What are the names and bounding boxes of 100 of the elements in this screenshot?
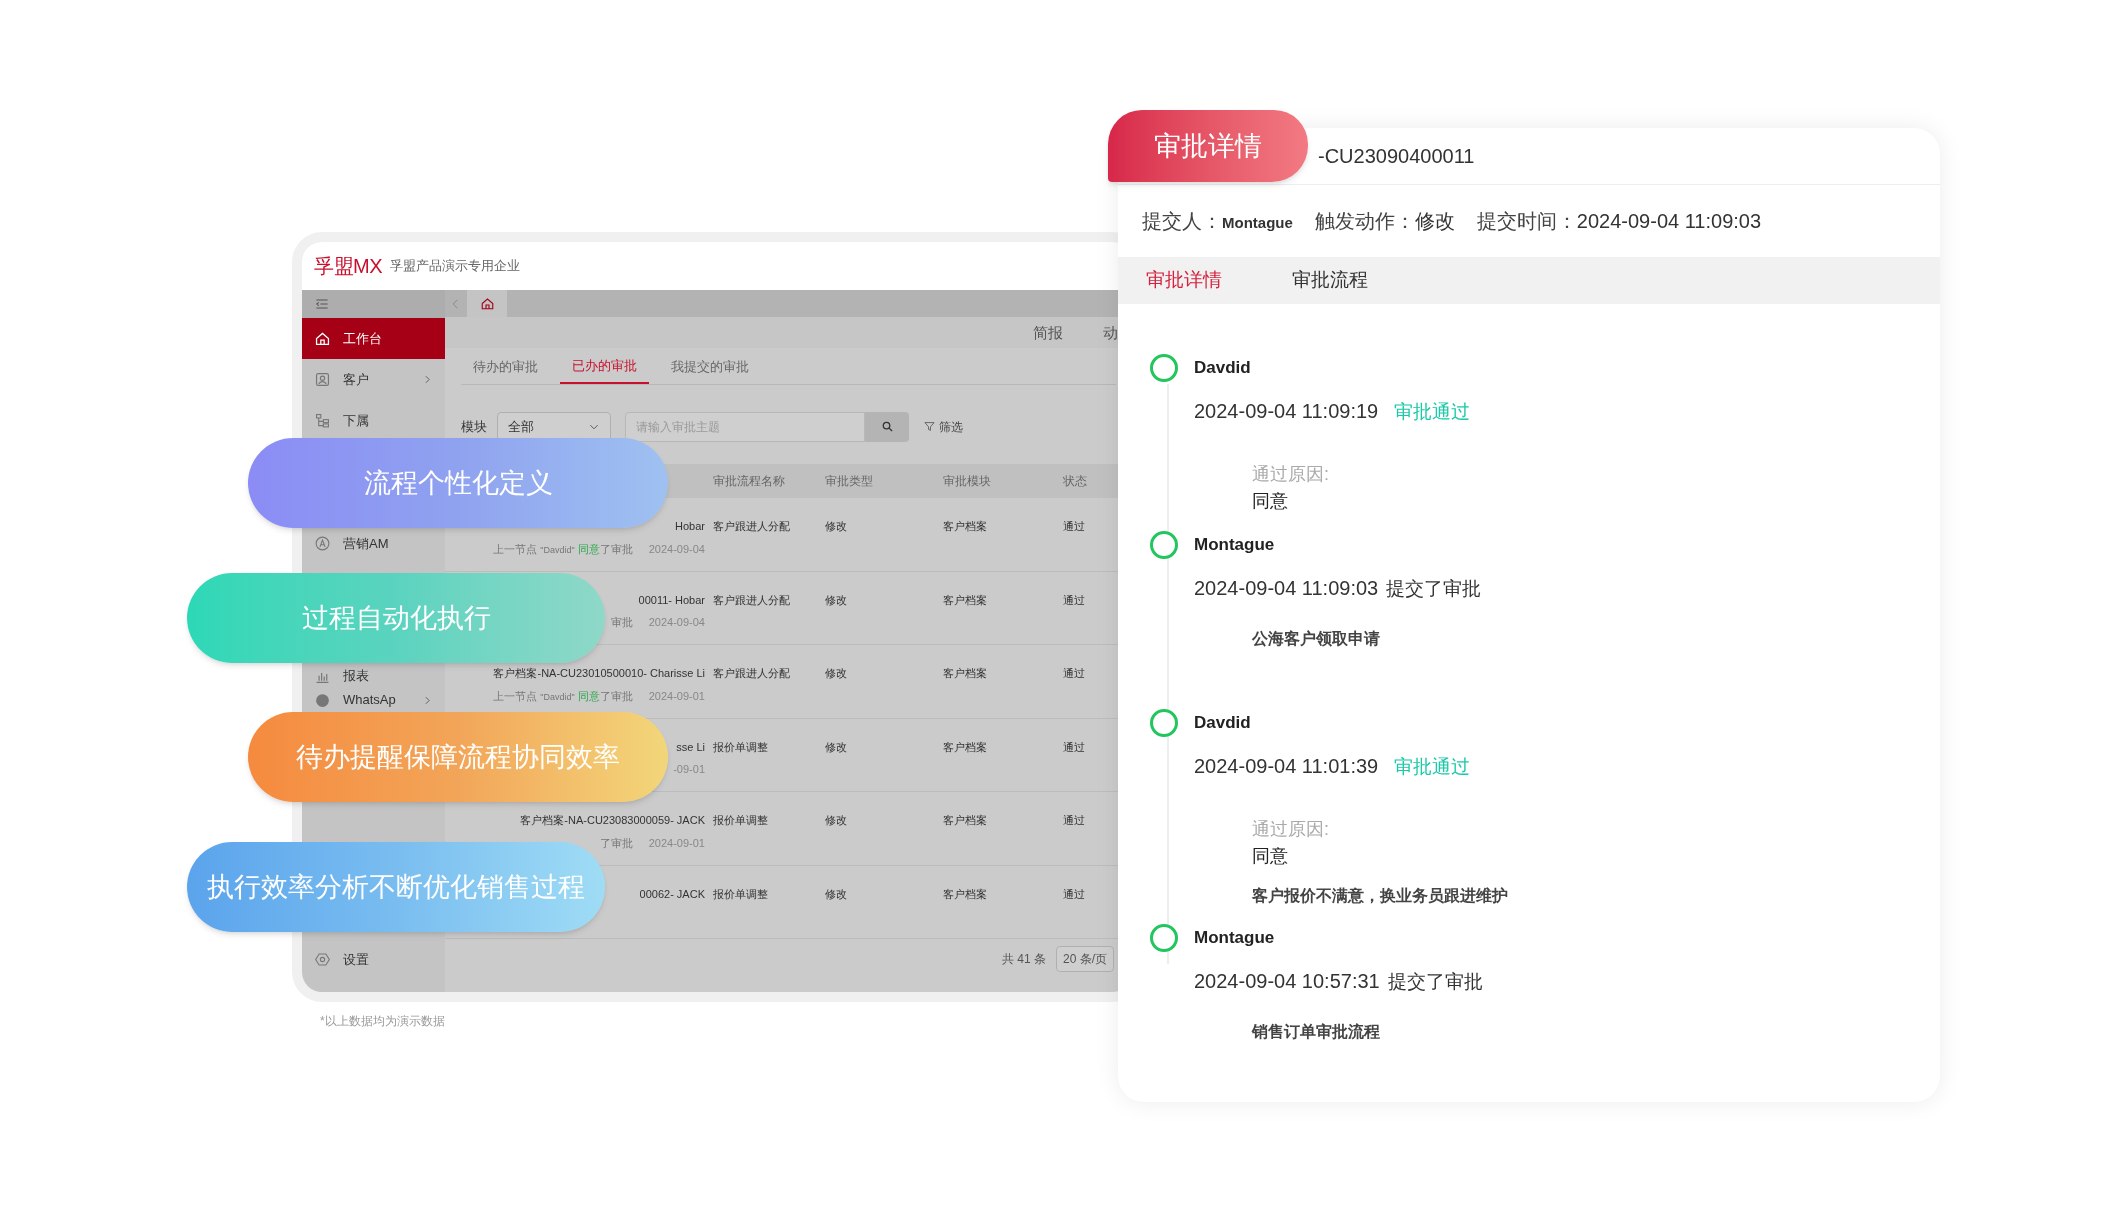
meta-value: Montague: [1222, 213, 1293, 234]
home-icon: [479, 296, 495, 312]
table-cell: 客户跟进人分配: [713, 520, 790, 533]
page-size-select[interactable]: 20 条/页: [1056, 945, 1114, 972]
table-cell-text: 同意: [577, 688, 600, 704]
feature-banner: 执行效率分析不断优化销售过程: [187, 842, 605, 932]
reason-text: 同意: [1252, 844, 1289, 868]
table-cell: 客户档案: [943, 740, 987, 753]
table-cell: 报价单调整: [713, 814, 768, 827]
sidebar-item[interactable]: WhatsAp: [314, 690, 433, 710]
approval-action: 提交了审批: [1386, 576, 1482, 601]
top-link[interactable]: 简报: [1033, 321, 1063, 344]
approval-action: 提交了审批: [1387, 969, 1483, 994]
table-cell: 客户跟进人分配: [713, 593, 790, 606]
flow-name: 公海客户领取申请: [1252, 629, 1381, 649]
total-count: 共 41 条: [1001, 950, 1046, 968]
footnote: *以上数据均为演示数据: [320, 1013, 445, 1030]
meta-label: 提交人：: [1142, 209, 1222, 235]
table-cell-text: 00062- JACK: [639, 886, 705, 902]
table-cell: 通过: [1063, 667, 1085, 680]
record-number: -CU23090400011: [1318, 144, 1475, 170]
title-tag: 审批详情: [1108, 110, 1308, 182]
timestamp: 2024-09-04 10:57:31: [1194, 968, 1380, 994]
table-cell-text: 了审批: [599, 688, 633, 704]
table-cell-text: 同意: [577, 541, 600, 557]
table-cell-text: 2024-09-01: [648, 835, 705, 851]
home-tab[interactable]: [467, 290, 507, 318]
table-cell: 客户档案: [943, 887, 987, 900]
table-cell: 客户档案: [943, 814, 987, 827]
filter-label: 模块: [461, 418, 487, 437]
table-cell-text: -09-01: [673, 762, 705, 778]
flow-name: 客户报价不满意，换业务员跟进维护: [1252, 885, 1508, 906]
table-cell: 修改: [825, 593, 847, 606]
approver-name: Montague: [1194, 533, 1276, 556]
feature-banner: 待办提醒保障流程协同效率: [248, 712, 668, 802]
top-link[interactable]: 动: [1103, 321, 1118, 344]
approver-name: Davdid: [1194, 712, 1252, 734]
table-cell: 修改: [825, 887, 847, 900]
settings-icon: [314, 951, 331, 968]
table-cell-text: sse Li: [676, 739, 705, 755]
approver-name: Davdid: [1194, 357, 1252, 379]
reason-text: 同意: [1252, 489, 1289, 513]
approval-action: 审批通过: [1394, 755, 1471, 779]
detail-tab[interactable]: 审批详情: [1146, 266, 1222, 295]
approval-action: 审批通过: [1394, 400, 1471, 424]
reason-label: 通过原因:: [1252, 817, 1330, 841]
hierarchy-icon: [314, 412, 331, 429]
table-cell: 客户档案: [943, 520, 987, 533]
table-cell-text: "Davdid": [540, 690, 575, 704]
timestamp: 2024-09-04 11:01:39: [1194, 754, 1379, 779]
table-cell: 报价单调整: [713, 740, 768, 753]
meta-value: 2024-09-04 11:09:03: [1576, 209, 1762, 235]
person-icon: [314, 371, 331, 388]
meta-value: 修改: [1414, 209, 1455, 235]
table-cell-text: 客户档案-NA-CU23083000059- JACK: [520, 813, 705, 829]
sidebar-item[interactable]: 设置: [302, 939, 445, 980]
table-cell: 客户档案: [943, 667, 987, 680]
sidebar-item[interactable]: 报表: [314, 666, 433, 686]
circle-icon: [314, 691, 331, 709]
table-cell: 通过: [1063, 814, 1085, 827]
detail-tab[interactable]: 审批流程: [1292, 266, 1368, 295]
table-cell: 通过: [1063, 740, 1085, 753]
table-cell-text: "Davdid": [540, 543, 575, 557]
flow-name: 销售订单审批流程: [1252, 1022, 1381, 1042]
column-header: 审批模块: [943, 473, 992, 491]
table-cell: 通过: [1063, 887, 1085, 900]
reason-label: 通过原因:: [1252, 462, 1330, 486]
filter-button[interactable]: 筛选: [923, 417, 963, 436]
table-cell: 通过: [1063, 593, 1085, 606]
brand-logo: 孚盟MX: [314, 254, 382, 279]
column-header: 状态: [1063, 473, 1088, 491]
table-cell-text: 2024-09-01: [648, 688, 705, 704]
table-cell-text: 客户档案-NA-CU23010500010- Charisse Li: [493, 666, 705, 682]
sidebar-item[interactable]: 工作台: [302, 318, 445, 359]
table-cell: 客户档案: [943, 593, 987, 606]
feature-banner: 流程个性化定义: [248, 438, 668, 528]
table-cell-text: Hobar: [675, 519, 705, 535]
timestamp: 2024-09-04 11:09:19: [1194, 399, 1379, 424]
table-cell: 修改: [825, 520, 847, 533]
company-name: 孚盟产品演示专用企业: [390, 257, 520, 276]
table-cell-text: 审批: [610, 615, 633, 631]
feature-banner: 过程自动化执行: [187, 573, 605, 663]
column-header: 审批流程名称: [712, 473, 786, 491]
table-cell-text: 2024-09-04: [648, 541, 705, 557]
approval-tab[interactable]: 待办的审批: [461, 348, 550, 385]
meta-label: 提交时间：: [1476, 209, 1577, 235]
search-button[interactable]: [865, 411, 909, 442]
table-cell: 修改: [825, 814, 847, 827]
sidebar-item[interactable]: 营销AM: [314, 533, 433, 554]
search-icon: [880, 420, 894, 434]
table-cell-text: 00011- Hobar: [638, 592, 705, 608]
home-icon: [314, 330, 331, 347]
table-cell: 通过: [1063, 520, 1085, 533]
sidebar-item[interactable]: 客户: [314, 369, 433, 390]
table-cell: 修改: [825, 667, 847, 680]
approval-tab[interactable]: 我提交的审批: [659, 348, 761, 385]
table-cell: 报价单调整: [713, 887, 768, 900]
approval-tab[interactable]: 已办的审批: [560, 348, 649, 385]
table-cell-text: 了审批: [599, 541, 633, 557]
sidebar-item[interactable]: 下属: [314, 410, 433, 431]
